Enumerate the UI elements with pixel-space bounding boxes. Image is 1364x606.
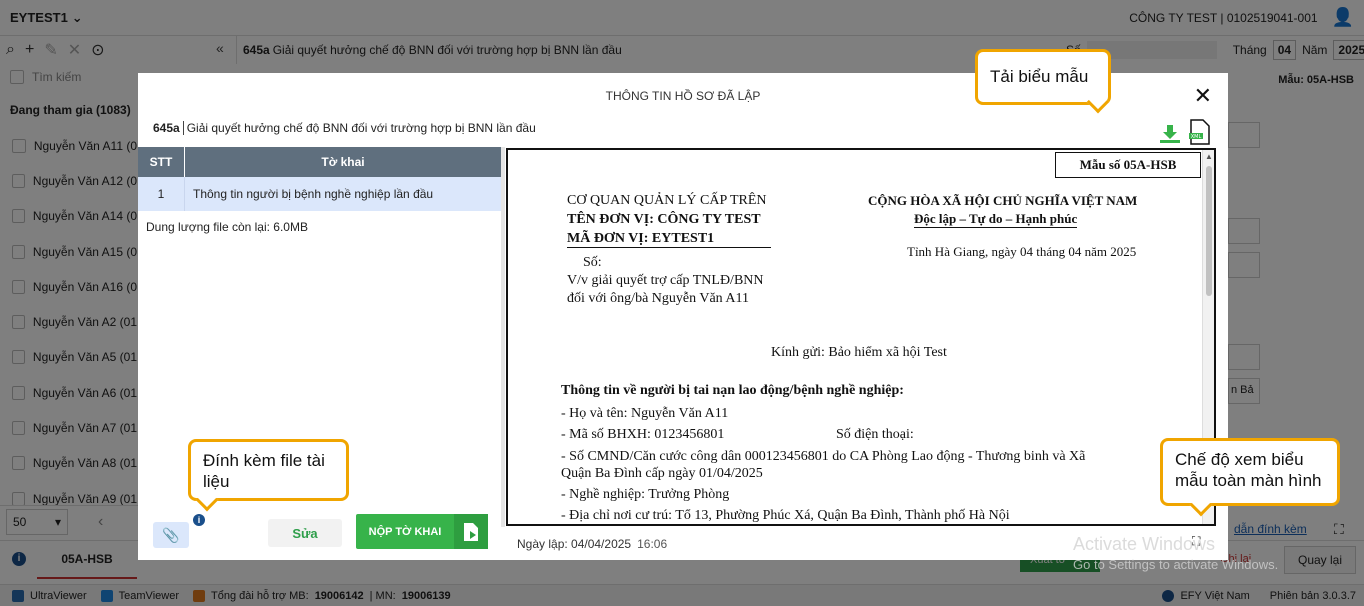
panel-divider xyxy=(501,147,505,527)
submit-label: NỘP TỜ KHAI xyxy=(368,525,442,538)
attach-file-button[interactable]: 📎 xyxy=(153,522,189,548)
parent-agency: CƠ QUAN QUẢN LÝ CẤP TRÊN xyxy=(567,193,767,208)
unit-code: MÃ ĐƠN VỊ: EYTEST1 xyxy=(567,231,771,248)
svg-text:XML: XML xyxy=(1191,134,1202,140)
download-callout-text: Tải biểu mẫu xyxy=(990,67,1089,87)
id-line-2: Quận Ba Đình cấp ngày 01/04/2025 xyxy=(561,466,763,481)
attach-callout: Đính kèm file tài liệu xyxy=(188,439,349,512)
xml-file-icon[interactable]: XML xyxy=(1186,119,1212,145)
table-row[interactable]: 1 Thông tin người bị bệnh nghề nghiệp lầ… xyxy=(138,177,501,211)
activation-watermark-subtitle: Go to Settings to activate Windows. xyxy=(1073,557,1279,572)
activation-watermark: Activate Windows xyxy=(1073,534,1216,554)
phone-line: Số điện thoại: xyxy=(836,427,914,442)
unit-name: TÊN ĐƠN VỊ: CÔNG TY TEST xyxy=(567,212,761,227)
scroll-up-icon[interactable]: ▲ xyxy=(1205,152,1213,161)
created-date: Ngày lập: 04/04/2025 16:06 xyxy=(517,537,667,551)
modal-record-name: Giải quyết hưởng chế độ BNN đối với trườ… xyxy=(186,121,536,135)
created-time: 16:06 xyxy=(637,537,668,551)
fullscreen-callout-text: Chế độ xem biểu mẫu toàn màn hình xyxy=(1175,450,1322,491)
download-callout: Tải biểu mẫu xyxy=(975,49,1111,114)
modal-record-title: 645a Giải quyết hưởng chế độ BNN đối với … xyxy=(153,121,536,135)
section-title: Thông tin về người bị tai nạn lao động/b… xyxy=(561,383,904,398)
created-date-label: Ngày lập: 04/04/2025 xyxy=(517,537,632,551)
nation-header: CỘNG HÒA XÃ HỘI CHỦ NGHĨA VIỆT NAM xyxy=(868,193,1138,208)
attach-callout-text: Đính kèm file tài liệu xyxy=(203,451,325,492)
info-icon[interactable]: i xyxy=(193,514,205,526)
job-line: - Nghề nghiệp: Trưởng Phòng xyxy=(561,487,730,502)
person-name-line: - Họ và tên: Nguyễn Văn A11 xyxy=(561,406,729,421)
document-preview[interactable]: Mẫu số 05A-HSB CƠ QUAN QUẢN LÝ CẤP TRÊN … xyxy=(506,148,1216,526)
declaration-table: STT Tờ khai 1 Thông tin người bị bệnh ng… xyxy=(138,147,501,211)
id-line-1: - Số CMND/Căn cước công dân 000123456801… xyxy=(561,449,1086,464)
close-icon[interactable]: ✕ xyxy=(1194,83,1212,109)
storage-quota: Dung lượng file còn lại: 6.0MB xyxy=(146,220,308,234)
bhxh-line: - Mã số BHXH: 0123456801 xyxy=(561,427,725,442)
submit-declaration-button[interactable]: NỘP TỜ KHAI xyxy=(356,514,488,549)
recipient: Kính gửi: Bảo hiểm xã hội Test xyxy=(771,345,947,360)
row-stt: 1 xyxy=(138,177,185,211)
subject-line-1: V/v giải quyết trợ cấp TNLĐ/BNN xyxy=(567,273,764,288)
download-icon[interactable] xyxy=(1160,125,1180,143)
motto: Độc lập – Tự do – Hạnh phúc xyxy=(914,211,1078,228)
fullscreen-callout: Chế độ xem biểu mẫu toàn màn hình xyxy=(1160,438,1340,517)
address-line: - Địa chỉ nơi cư trú: Tổ 13, Phường Phúc… xyxy=(561,508,1010,523)
scrollbar-thumb[interactable] xyxy=(1206,166,1212,296)
header-stt: STT xyxy=(138,147,185,177)
form-number: Mẫu số 05A-HSB xyxy=(1055,152,1201,178)
edit-button[interactable]: Sửa xyxy=(268,519,342,547)
place-date: Tỉnh Hà Giang, ngày 04 tháng 04 năm 2025 xyxy=(907,244,1137,259)
row-declaration: Thông tin người bị bệnh nghề nghiệp lần … xyxy=(193,187,434,201)
table-header: STT Tờ khai xyxy=(138,147,501,177)
modal-record-code: 645a xyxy=(153,121,184,135)
document-number: Số: xyxy=(583,255,602,270)
header-declaration: Tờ khai xyxy=(321,155,365,169)
paperclip-icon: 📎 xyxy=(162,526,180,543)
submit-file-icon xyxy=(454,514,488,549)
subject-line-2: đối với ông/bà Nguyễn Văn A11 xyxy=(567,291,749,306)
